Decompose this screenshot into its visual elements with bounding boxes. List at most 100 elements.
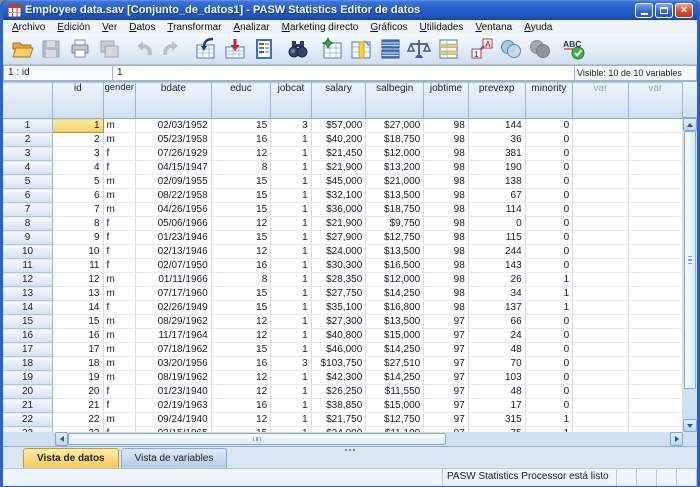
data-cell[interactable]: 04/15/1947 [136,161,212,175]
data-cell[interactable]: 48 [468,343,525,357]
data-cell[interactable]: 67 [468,189,525,203]
data-cell[interactable] [628,203,682,217]
data-cell[interactable]: $42,300 [311,371,366,385]
row-header[interactable]: 17 [3,343,53,357]
data-cell[interactable]: 97 [424,357,469,371]
data-cell[interactable]: 15 [211,175,271,189]
data-cell[interactable] [573,203,628,217]
data-cell[interactable]: 15 [211,189,271,203]
data-cell[interactable] [573,161,628,175]
data-cell[interactable]: 0 [525,329,573,343]
data-cell[interactable]: m [103,315,136,329]
data-cell[interactable] [628,175,682,189]
data-cell[interactable]: $40,800 [311,329,366,343]
data-cell[interactable]: 0 [525,357,573,371]
data-cell[interactable]: 1 [271,329,311,343]
scroll-left-button[interactable] [55,432,68,446]
data-cell[interactable]: 12 [211,329,271,343]
data-cell[interactable]: 12 [211,245,271,259]
data-cell[interactable]: 97 [424,413,469,427]
data-cell[interactable]: 07/18/1962 [136,343,212,357]
row-header[interactable]: 18 [3,357,53,371]
data-cell[interactable]: 19 [53,371,103,385]
data-cell[interactable]: 1 [525,287,573,301]
data-cell[interactable]: 02/07/1950 [136,259,212,273]
data-cell[interactable]: $21,450 [311,147,366,161]
row-header[interactable]: 15 [3,315,53,329]
data-cell[interactable]: f [103,231,136,245]
data-cell[interactable]: 98 [424,175,469,189]
menu-graficos[interactable]: Gráficos [364,22,413,33]
data-cell[interactable]: 15 [211,203,271,217]
data-cell[interactable]: $27,750 [311,287,366,301]
data-cell[interactable] [628,133,682,147]
data-cell[interactable] [573,217,628,231]
data-cell[interactable]: 01/23/1946 [136,231,212,245]
data-cell[interactable] [628,301,682,315]
data-cell[interactable]: $13,500 [366,245,424,259]
data-cell[interactable] [628,273,682,287]
show-all-variables-button[interactable] [525,36,554,63]
data-cell[interactable]: 12 [211,217,271,231]
data-cell[interactable]: 144 [468,119,525,133]
row-header[interactable]: 11 [3,259,53,273]
row-header[interactable]: 14 [3,301,53,315]
data-cell[interactable]: 02/03/1952 [136,119,212,133]
data-cell[interactable]: 1 [53,119,103,133]
data-cell[interactable]: 98 [424,161,469,175]
data-cell[interactable]: f [103,399,136,413]
data-cell[interactable]: 0 [525,175,573,189]
data-cell[interactable]: m [103,119,136,133]
data-cell[interactable]: $16,500 [366,259,424,273]
data-cell[interactable]: 1 [271,287,311,301]
data-cell[interactable]: $28,350 [311,273,366,287]
data-cell[interactable] [628,147,682,161]
data-cell[interactable]: 03/20/1956 [136,357,212,371]
column-header-id[interactable]: id [53,83,103,119]
data-cell[interactable]: 98 [424,147,469,161]
data-cell[interactable]: 17 [53,343,103,357]
scroll-down-button[interactable] [683,419,697,432]
data-cell[interactable]: 97 [424,385,469,399]
data-cell[interactable]: m [103,371,136,385]
data-cell[interactable]: m [103,189,136,203]
data-cell[interactable]: $30,300 [311,259,366,273]
data-cell[interactable]: $13,200 [366,161,424,175]
data-cell[interactable] [628,119,682,133]
data-cell[interactable]: 02/26/1949 [136,301,212,315]
menu-datos[interactable]: Datos [123,22,161,33]
data-cell[interactable]: 02/13/1946 [136,245,212,259]
vertical-scrollbar[interactable] [683,82,697,432]
data-cell[interactable] [573,413,628,427]
row-header[interactable]: 3 [3,147,53,161]
data-cell[interactable]: $21,900 [311,217,366,231]
column-header-jobcat[interactable]: jobcat [271,83,311,119]
data-cell[interactable]: 04/26/1956 [136,203,212,217]
menu-analizar[interactable]: Analizar [227,22,275,33]
data-cell[interactable]: m [103,287,136,301]
data-cell[interactable] [628,385,682,399]
data-cell[interactable] [573,329,628,343]
data-cell[interactable]: 98 [424,231,469,245]
data-cell[interactable]: 98 [424,189,469,203]
menu-marketing-directo[interactable]: Marketing directo [276,22,365,33]
data-cell[interactable]: 1 [271,371,311,385]
data-cell[interactable] [573,119,628,133]
data-cell[interactable]: f [103,245,136,259]
data-cell[interactable] [628,245,682,259]
data-cell[interactable]: 1 [271,161,311,175]
data-cell[interactable]: 1 [271,175,311,189]
row-header[interactable]: 7 [3,203,53,217]
data-cell[interactable]: 07/26/1929 [136,147,212,161]
data-cell[interactable]: 12 [211,385,271,399]
data-cell[interactable]: 0 [525,315,573,329]
data-cell[interactable]: 8 [211,273,271,287]
data-cell[interactable]: 15 [53,315,103,329]
data-cell[interactable]: 115 [468,231,525,245]
data-cell[interactable]: $32,100 [311,189,366,203]
data-cell[interactable]: 12 [211,315,271,329]
data-cell[interactable]: m [103,203,136,217]
data-cell[interactable]: 98 [424,301,469,315]
data-cell[interactable] [628,329,682,343]
data-cell[interactable]: 34 [468,287,525,301]
